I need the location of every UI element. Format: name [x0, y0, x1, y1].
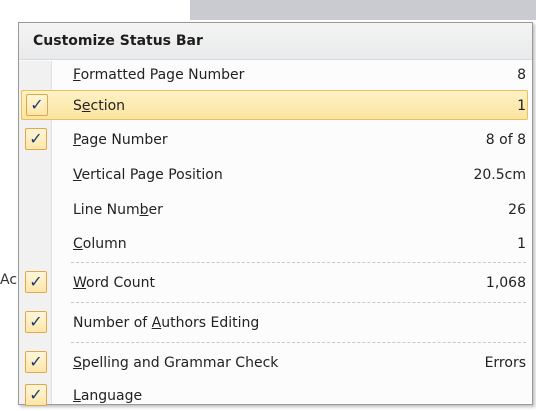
menu-item-label: Spelling and Grammar Check	[73, 355, 279, 371]
checkmark-icon: ✓	[25, 271, 47, 293]
menu-item-label: Vertical Page Position	[73, 167, 223, 183]
menu-item-value: Errors	[484, 355, 526, 371]
checkmark-icon: ✓	[25, 351, 47, 373]
customize-status-bar-menu: Customize Status Bar Formatted Page Numb…	[18, 22, 533, 406]
menu-item-label: Language	[73, 388, 143, 404]
menu-item-value: 8 of 8	[485, 132, 526, 148]
checkmark-icon: ✓	[25, 128, 47, 150]
menu-item-value: 1,068	[485, 275, 526, 291]
menu-item-label: Word Count	[73, 275, 156, 291]
menu-item-spelling-and-grammar-check[interactable]: ✓ Spelling and Grammar Check Errors	[21, 348, 528, 378]
menu-item-word-count[interactable]: ✓ Word Count 1,068	[21, 268, 528, 298]
menu-item-label: Number of Authors Editing	[73, 315, 260, 331]
document-text-fragment: Ac	[0, 272, 18, 288]
menu-item-vertical-page-position[interactable]: Vertical Page Position 20.5cm	[21, 160, 528, 190]
menu-item-value: 1	[517, 98, 526, 114]
menu-separator	[71, 262, 526, 263]
menu-item-value: 8	[517, 67, 526, 83]
menu-item-label: Page Number	[73, 132, 168, 148]
menu-separator	[71, 342, 526, 343]
menu-item-value: 1	[517, 236, 526, 252]
ribbon-strip	[190, 0, 536, 20]
menu-item-number-of-authors-editing[interactable]: ✓ Number of Authors Editing	[21, 308, 528, 338]
menu-item-value: 26	[508, 202, 526, 218]
menu-item-label: Section	[73, 98, 126, 114]
menu-separator	[71, 302, 526, 303]
menu-item-column[interactable]: Column 1	[21, 229, 528, 259]
checkmark-icon: ✓	[26, 94, 48, 116]
menu-item-page-number[interactable]: ✓ Page Number 8 of 8	[21, 125, 528, 155]
menu-item-language[interactable]: ✓ Language	[21, 381, 528, 411]
checkmark-icon: ✓	[25, 311, 47, 333]
menu-item-section[interactable]: ✓ Section 1	[21, 90, 528, 120]
menu-item-formatted-page-number[interactable]: Formatted Page Number 8	[21, 60, 528, 90]
menu-item-line-number[interactable]: Line Number 26	[21, 195, 528, 225]
menu-item-value: 20.5cm	[473, 167, 526, 183]
menu-item-label: Column	[73, 236, 127, 252]
menu-title: Customize Status Bar	[19, 23, 532, 60]
menu-item-label: Formatted Page Number	[73, 67, 245, 83]
menu-item-label: Line Number	[73, 202, 163, 218]
